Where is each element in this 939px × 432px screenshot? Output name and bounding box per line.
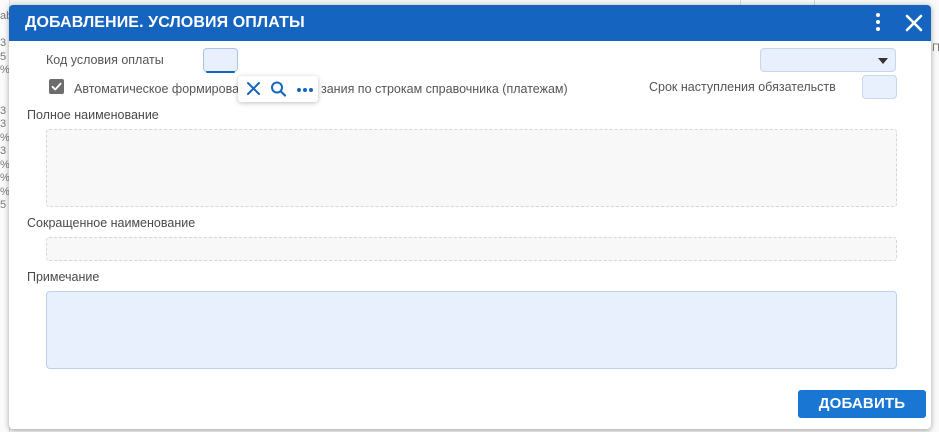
full-name-label: Полное наименование: [27, 108, 159, 122]
checkmark-icon: [51, 82, 62, 91]
note-label: Примечание: [27, 270, 100, 284]
kebab-menu-icon[interactable]: [871, 13, 885, 33]
auto-generate-label-start: Автоматическое формирова: [74, 82, 240, 96]
more-icon[interactable]: [295, 80, 315, 98]
dialog-title: ДОБАВЛЕНИЕ. УСЛОВИЯ ОПЛАТЫ: [25, 14, 305, 31]
background-cell: %: [0, 158, 10, 171]
background-cell: %: [0, 172, 10, 184]
background-cell: 3: [0, 145, 7, 157]
background-cell: 5: [0, 50, 7, 63]
add-payment-terms-dialog: ДОБАВЛЕНИЕ. УСЛОВИЯ ОПЛАТЫ Код условия о…: [9, 5, 931, 429]
background-cell: П: [932, 42, 939, 54]
background-cell: 3: [0, 104, 7, 117]
search-icon[interactable]: [269, 80, 289, 98]
background-cell: 3: [0, 118, 7, 130]
background-cell: [0, 24, 9, 38]
background-cell: [0, 91, 9, 105]
full-name-field[interactable]: [46, 129, 897, 207]
term-input[interactable]: [862, 75, 897, 99]
code-input[interactable]: [203, 48, 238, 73]
chevron-down-icon: [878, 58, 888, 64]
background-cell: %: [0, 185, 10, 198]
field-action-popup: [238, 76, 318, 102]
clear-icon[interactable]: [244, 80, 264, 98]
dialog-titlebar: ДОБАВЛЕНИЕ. УСЛОВИЯ ОПЛАТЫ: [9, 5, 931, 41]
auto-generate-label-end: зания по строкам справочника (платежам): [321, 82, 568, 96]
background-right-fragment: П: [930, 0, 939, 432]
background-cell: 5: [0, 199, 7, 211]
auto-generate-checkbox[interactable]: [49, 79, 64, 94]
background-cell: %: [0, 64, 10, 76]
short-name-field[interactable]: [46, 237, 897, 261]
term-label: Срок наступления обязательств: [649, 80, 836, 94]
background-cell: ab: [0, 10, 9, 22]
code-label: Код условия оплаты: [46, 53, 164, 67]
background-cell: [0, 78, 9, 92]
note-textarea[interactable]: [46, 291, 897, 369]
add-button[interactable]: ДОБАВИТЬ: [798, 390, 926, 418]
background-cell: 3: [0, 37, 7, 49]
short-name-label: Сокращенное наименование: [27, 216, 196, 230]
payment-type-select[interactable]: [760, 48, 896, 72]
close-icon[interactable]: [903, 12, 925, 34]
background-cell: %: [0, 131, 10, 144]
